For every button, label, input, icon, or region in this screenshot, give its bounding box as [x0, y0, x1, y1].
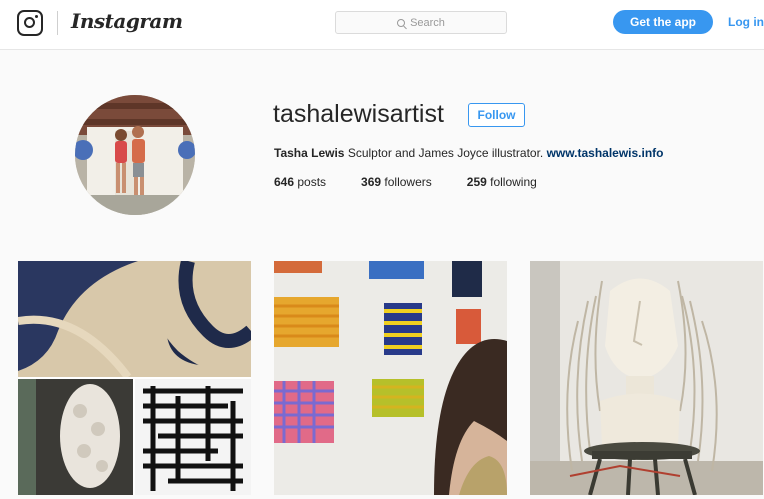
website-link[interactable]: www.tashalewis.info: [547, 146, 664, 160]
search-placeholder: Search: [410, 16, 445, 29]
logo-divider: [57, 11, 58, 35]
log-in-link[interactable]: Log in: [728, 15, 764, 29]
post-thumbnail-2[interactable]: [274, 261, 507, 495]
posts-stat: 646 posts: [274, 175, 326, 189]
bio-text: Sculptor and James Joyce illustrator.: [344, 146, 547, 160]
get-the-app-button[interactable]: Get the app: [613, 10, 713, 34]
followers-stat[interactable]: 369 followers: [361, 175, 432, 189]
profile-stats: 646 posts 369 followers 259 following: [274, 175, 537, 189]
profile-username: tashalewisartist: [273, 100, 444, 128]
following-label: following: [486, 175, 537, 189]
search-input[interactable]: Search: [335, 11, 507, 34]
followers-count: 369: [361, 175, 382, 189]
follow-button[interactable]: Follow: [468, 103, 525, 127]
profile-full-name: Tasha Lewis: [274, 146, 345, 160]
posts-label: posts: [294, 175, 327, 189]
followers-label: followers: [381, 175, 432, 189]
instagram-wordmark[interactable]: Instagram: [71, 9, 183, 33]
following-stat[interactable]: 259 following: [467, 175, 537, 189]
instagram-camera-icon[interactable]: [17, 10, 43, 36]
posts-count: 646: [274, 175, 295, 189]
top-navigation-bar: Instagram Search Get the app Log in: [0, 0, 764, 50]
search-icon: [397, 18, 406, 27]
post-thumbnail-1[interactable]: [18, 261, 251, 495]
post-thumbnail-3[interactable]: [530, 261, 763, 495]
profile-bio: Tasha Lewis Sculptor and James Joyce ill…: [274, 146, 664, 160]
following-count: 259: [466, 175, 487, 189]
profile-avatar[interactable]: [75, 95, 195, 215]
